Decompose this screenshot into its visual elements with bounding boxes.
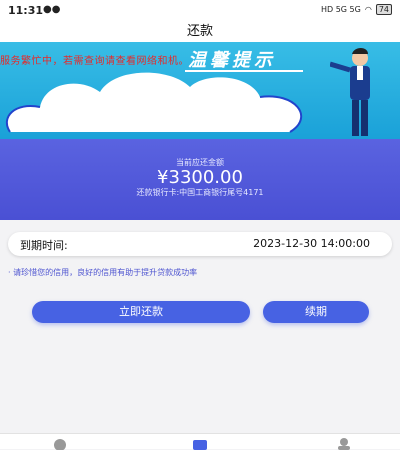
battery-icon: 74: [375, 4, 392, 15]
wallet-icon[interactable]: [192, 437, 208, 450]
amount-value: ¥3300.00: [157, 167, 243, 188]
repayment-summary: 当前应还金额 ¥3300.00 还款银行卡:中国工商银行尾号4171: [0, 139, 400, 220]
due-label: 到期时间:: [20, 239, 68, 252]
user-icon[interactable]: [336, 437, 352, 450]
cloud-illustration: [5, 72, 303, 133]
home-icon[interactable]: [52, 437, 68, 450]
person-illustration: [330, 48, 370, 136]
wifi-icon: ◠: [364, 5, 372, 14]
notice-banner: 服务繁忙中，若需查询请查看网络和机。 温馨提示: [0, 42, 400, 139]
network-indicator: HD 5G 5G: [320, 5, 361, 14]
status-indicators: HD 5G 5G ◠ 74: [321, 4, 392, 15]
bank-info: 还款银行卡:中国工商银行尾号4171: [136, 188, 264, 197]
banner-title: 温馨提示: [188, 50, 276, 71]
banner-scroll-text: 服务繁忙中，若需查询请查看网络和机。: [0, 56, 189, 67]
message-icon: ●●: [43, 4, 61, 15]
renew-button[interactable]: 续期: [263, 301, 369, 323]
banner-underline: [185, 70, 303, 72]
credit-notice: · 请珍惜您的信用，良好的信用有助于提升贷款成功率: [8, 268, 198, 277]
page-title: 还款: [0, 22, 400, 42]
bottom-tab-bar: [0, 433, 400, 450]
status-bar: 11:31 ●● HD 5G 5G ◠ 74: [0, 0, 400, 22]
repay-now-button[interactable]: 立即还款: [32, 301, 250, 323]
due-value: 2023-12-30 14:00:00: [253, 237, 370, 250]
status-time: 11:31: [8, 4, 44, 17]
due-date-card: 到期时间: 2023-12-30 14:00:00: [8, 232, 392, 256]
